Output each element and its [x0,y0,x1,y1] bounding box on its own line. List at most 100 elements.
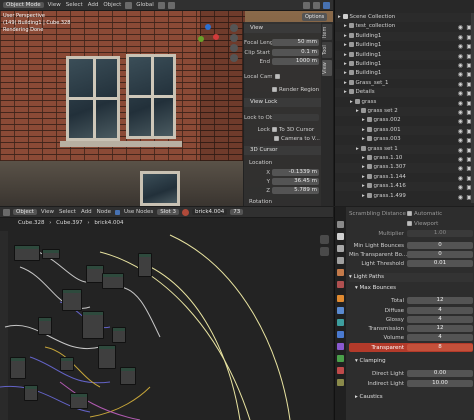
scene-tab-icon[interactable] [337,269,344,276]
expand-arrow-icon[interactable]: ▸ [356,108,361,114]
volume-bounces-field[interactable]: 4 [407,334,473,341]
expand-arrow-icon[interactable]: ▸ [344,61,349,67]
lock-cursor-checkbox[interactable] [272,127,277,132]
expand-arrow-icon[interactable]: ▸ [362,164,367,170]
physics-tab-icon[interactable] [337,331,344,338]
visibility-eye-icon[interactable]: ◉ [458,127,463,135]
min-transparent-bounces-field[interactable]: 0 [407,251,473,258]
shader-node[interactable] [42,249,60,259]
expand-arrow-icon[interactable]: ▸ [362,136,367,142]
render-tab-icon[interactable] [337,233,344,240]
light-threshold-field[interactable]: 0.01 [407,260,473,267]
expand-arrow-icon[interactable]: ▸ [350,99,355,105]
shading-render-icon[interactable] [323,1,330,9]
expand-arrow-icon[interactable]: ▸ [344,42,349,48]
glossy-bounces-field[interactable]: 4 [407,316,473,323]
light-paths-header[interactable]: ▾ Light Paths [349,273,473,282]
visibility-eye-icon[interactable]: ◉ [458,164,463,172]
world-tab-icon[interactable] [337,281,344,288]
shader-node[interactable] [10,357,26,379]
render-region-checkbox[interactable] [272,87,277,92]
outliner-row[interactable]: ▸ grass.003 ◉ ▣ [335,135,474,144]
outliner-row[interactable]: ▸ Grass_set_1 ◉ ▣ [335,79,474,88]
outliner-row[interactable]: ▸ test_collection ◉ ▣ [335,22,474,31]
transparent-bounces-field[interactable]: 8 [407,344,473,351]
outliner-row[interactable]: ▸ grass.1.144 ◉ ▣ [335,173,474,182]
visibility-eye-icon[interactable]: ◉ [458,61,463,69]
viewport-checkbox[interactable] [407,221,412,226]
caustics-header[interactable]: ▸ Caustics [349,393,473,402]
3d-cursor-header[interactable]: 3D Cursor [244,146,322,155]
outliner-row[interactable]: ▸ Building1 ◉ ▣ [335,60,474,69]
pan-icon[interactable] [230,34,238,42]
outliner-row[interactable]: ▸ grass ◉ ▣ [335,98,474,107]
tool-tab-icon[interactable] [337,221,344,228]
visibility-eye-icon[interactable]: ◉ [458,174,463,182]
proportional-icon[interactable] [167,1,175,9]
visibility-eye-icon[interactable]: ◉ [458,23,463,31]
material-tab-icon[interactable] [337,367,344,374]
visibility-eye-icon[interactable]: ◉ [458,89,463,97]
expand-arrow-icon[interactable]: ▸ [356,146,361,152]
shader-node[interactable] [138,253,152,277]
outliner-row[interactable]: ▸ grass.1.10 ◉ ▣ [335,154,474,163]
output-tab-icon[interactable] [337,245,344,252]
expand-arrow-icon[interactable]: ▸ [344,33,349,39]
outliner-row[interactable]: ▸ grass.1.307 ◉ ▣ [335,163,474,173]
shading-solid-icon[interactable] [313,1,320,9]
menu-add[interactable]: Add [87,2,100,8]
visibility-eye-icon[interactable]: ◉ [458,33,463,41]
visibility-eye-icon[interactable]: ◉ [458,146,463,154]
camera-to-view-checkbox[interactable] [274,136,279,141]
min-light-bounces-field[interactable]: 0 [407,242,473,249]
overlay-icon[interactable] [303,1,310,9]
outliner-row[interactable]: ▸ Building1 ◉ ▣ [335,31,474,41]
expand-arrow-icon[interactable]: ▸ [344,52,349,58]
tab-tool[interactable]: Tool [322,42,332,58]
expand-arrow-icon[interactable]: ▸ [344,23,349,29]
visibility-eye-icon[interactable]: ◉ [458,70,463,78]
mode-dropdown[interactable]: Object Mode [3,2,44,8]
visibility-eye-icon[interactable]: ◉ [458,52,463,60]
gizmo-y-icon[interactable] [198,36,204,42]
cursor-x-field[interactable]: -0.1339 m [272,169,319,176]
menu-select[interactable]: Select [65,2,84,8]
snap-icon[interactable] [157,1,165,9]
outliner-row[interactable]: ▸ Building1 ◉ ▣ [335,41,474,50]
lock-object-field[interactable] [272,114,319,121]
shader-node[interactable] [14,245,40,261]
view-lock-header[interactable]: View Lock [244,98,322,107]
outliner-row[interactable]: ▸ Details ◉ ▣ [335,88,474,98]
object-tab-icon[interactable] [337,295,344,302]
clamping-header[interactable]: ▾ Clamping [349,357,473,366]
expand-arrow-icon[interactable]: ▸ [338,14,343,20]
automatic-checkbox[interactable] [407,211,412,216]
outliner-row[interactable]: ▸ Scene Collection [335,13,474,23]
menu-view[interactable]: View [47,2,62,8]
diffuse-bounces-field[interactable]: 4 [407,307,473,314]
expand-arrow-icon[interactable]: ▸ [344,70,349,76]
shader-node[interactable] [70,393,88,409]
3d-viewport[interactable]: Object Mode View Select Add Object Globa… [0,0,333,206]
multiplier-field[interactable]: 1.00 [407,230,473,237]
constraints-tab-icon[interactable] [337,343,344,350]
gizmo-z-icon[interactable] [205,24,211,30]
local-camera-checkbox[interactable] [275,74,280,79]
outliner-row[interactable]: ▸ grass set 1 ◉ ▣ [335,144,474,154]
direct-light-field[interactable]: 0.00 [407,370,473,377]
gizmo-x-icon[interactable] [213,34,219,40]
tab-view[interactable]: View [322,60,332,76]
shader-node[interactable] [102,273,124,289]
max-bounces-header[interactable]: ▾ Max Bounces [349,284,473,293]
cursor-z-field[interactable]: 5.789 m [272,187,319,194]
options-dropdown[interactable]: Options [302,13,328,21]
clip-end-field[interactable]: 1000 m [272,58,319,65]
outliner-row[interactable]: ▸ Building1 ◉ ▣ [335,50,474,60]
outliner-row[interactable]: ▸ grass.001 ◉ ▣ [335,125,474,135]
view-section-header[interactable]: View [244,24,322,33]
focal-length-field[interactable]: 50 mm [272,39,319,46]
visibility-eye-icon[interactable]: ◉ [458,80,463,88]
zoom-icon[interactable] [230,24,238,32]
visibility-eye-icon[interactable]: ◉ [458,193,463,201]
modifier-tab-icon[interactable] [337,307,344,314]
